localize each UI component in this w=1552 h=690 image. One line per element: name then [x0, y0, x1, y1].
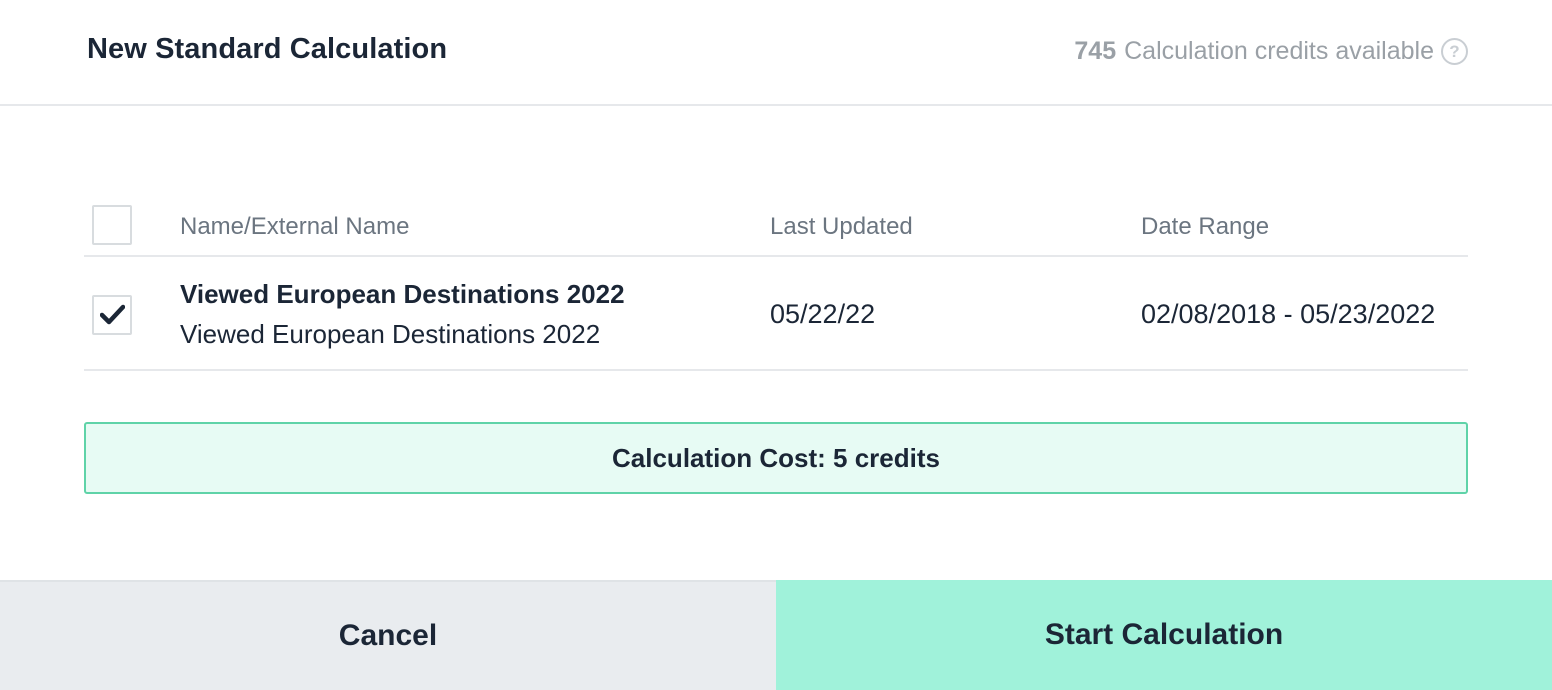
- column-header-name[interactable]: Name/External Name: [180, 213, 409, 241]
- credits-info: 745 Calculation credits available ?: [1074, 37, 1468, 66]
- new-calculation-modal: New Standard Calculation 745 Calculation…: [0, 0, 1552, 690]
- row-checkbox[interactable]: [92, 295, 132, 335]
- question-circle-icon[interactable]: ?: [1441, 38, 1468, 65]
- credits-count: 745: [1074, 37, 1117, 65]
- modal-title: New Standard Calculation: [87, 33, 448, 65]
- calculation-cost-banner: Calculation Cost: 5 credits: [84, 422, 1468, 494]
- checkmark-icon: [100, 304, 125, 325]
- modal-footer: Cancel Start Calculation: [0, 580, 1552, 690]
- table-header: Name/External Name Last Updated Date Ran…: [84, 195, 1468, 257]
- row-external-name: Viewed European Destinations 2022: [180, 319, 601, 349]
- segments-table: Name/External Name Last Updated Date Ran…: [84, 195, 1468, 371]
- table-row[interactable]: Viewed European Destinations 2022 Viewed…: [84, 257, 1468, 371]
- credits-label: Calculation credits available: [1124, 37, 1434, 65]
- column-header-last-updated[interactable]: Last Updated: [770, 213, 913, 241]
- row-date-range: 02/08/2018 - 05/23/2022: [1141, 299, 1436, 329]
- calculation-cost-text: Calculation Cost: 5 credits: [612, 442, 940, 473]
- cancel-button[interactable]: Cancel: [0, 580, 776, 690]
- column-header-date-range[interactable]: Date Range: [1141, 213, 1269, 241]
- row-name: Viewed European Destinations 2022: [180, 279, 625, 309]
- select-all-checkbox[interactable]: [92, 205, 132, 245]
- modal-header: New Standard Calculation 745 Calculation…: [0, 0, 1552, 106]
- row-last-updated: 05/22/22: [770, 299, 876, 329]
- start-calculation-button[interactable]: Start Calculation: [776, 580, 1552, 690]
- cancel-button-label: Cancel: [338, 619, 438, 652]
- start-calculation-button-label: Start Calculation: [1044, 618, 1284, 651]
